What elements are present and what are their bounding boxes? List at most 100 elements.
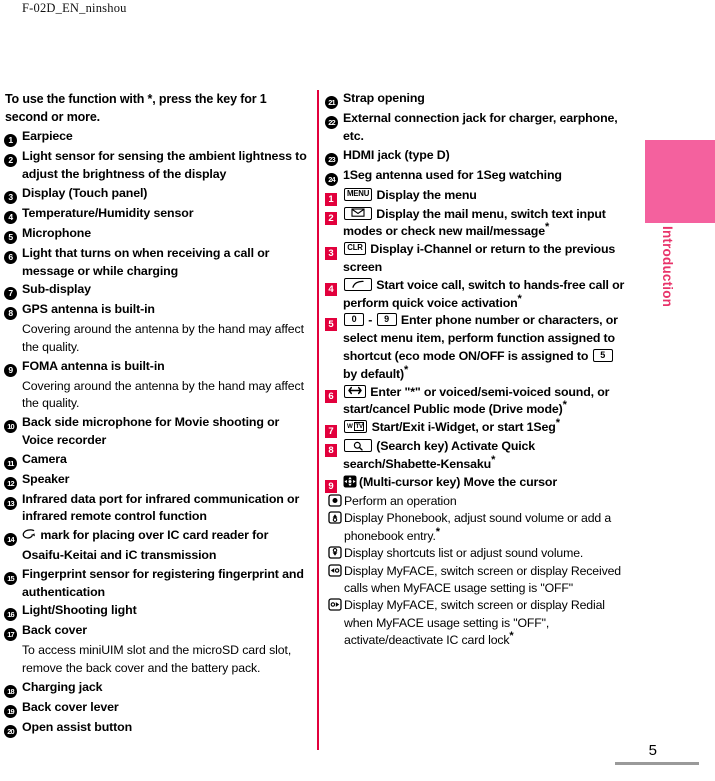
item-note: To access miniUIM slot and the microSD c… [22,643,292,676]
sub-key-item: Display MyFACE, switch screen or display… [328,563,625,598]
list-item: 18 Charging jack [4,679,310,698]
running-header: F-02D_EN_ninshou [22,1,127,15]
footnote-asterisk: * [544,221,550,234]
circled-number: 23 [325,147,340,166]
key-description: (Multi-cursor key) Move the cursor [343,474,625,492]
key-number-badge: 3 [325,241,340,261]
circled-number: 5 [4,225,19,244]
right-cursor-key-icon[interactable] [328,597,342,612]
digit-key-9-icon[interactable]: 9 [376,313,397,327]
key-list-item: 6 Enter "*" or voiced/semi-voiced sound,… [325,384,625,420]
item-title: External connection jack for charger, ea… [343,111,618,143]
digit-key-0-icon[interactable]: 0 [344,313,364,327]
list-item: 11 Camera [4,451,310,470]
circled-number: 24 [325,167,340,186]
circled-number: 16 [4,602,19,622]
lead-paragraph: To use the function with *, press the ke… [4,90,310,126]
key-description: 0 - 9 Enter phone number or characters, … [343,312,625,383]
key-number-badge: 7 [325,419,340,439]
circled-number: 13 [4,491,19,510]
list-item: 17 Back cover [4,622,310,642]
clr-key-icon[interactable]: CLR [344,242,366,256]
circled-number: 2 [4,148,19,168]
circled-number: 11 [4,451,19,470]
side-tab-label-text: Introduction [660,226,675,308]
side-tab-block [645,140,715,223]
key-text: Enter "*" or voiced/semi-voiced sound, o… [343,384,610,417]
item-title: Infrared data port for infrared communic… [22,491,300,524]
list-item: 2 Light sensor for sensing the ambient l… [4,148,310,184]
item-title: Earpiece [22,129,73,144]
sub-key-text-value: Display Phonebook, adjust sound volume o… [344,511,612,543]
circled-number: 1 [4,128,19,148]
item-title: Back cover lever [22,699,119,714]
item-title: HDMI jack (type D) [343,147,450,162]
digit-key-5-icon[interactable]: 5 [592,348,613,362]
circled-number: 10 [4,414,19,433]
item-title: Light/Shooting light [22,603,137,618]
item-title-text: mark for placing over IC card reader for… [22,528,269,562]
key-list-item: 2 Display the mail menu, switch text inp… [325,206,625,242]
sub-key-item: Display Phonebook, adjust sound volume o… [328,510,625,545]
down-cursor-key-icon[interactable] [328,545,342,559]
key-description: Display the mail menu, switch text input… [343,206,625,242]
key-list-item: 1 MENU Display the menu [325,187,625,206]
list-item: 4 Temperature/Humidity sensor [4,205,310,224]
key-text: Display the menu [376,187,477,202]
sub-key-text: Display MyFACE, switch screen or display… [344,563,621,596]
page-number: 5 [648,742,657,759]
left-cursor-key-icon[interactable] [328,563,342,577]
footer-rule [615,762,699,765]
item-title: 1Seg antenna used for 1Seg watching [343,167,562,182]
circled-number: 21 [325,90,340,109]
search-magnifier-icon[interactable] [344,439,372,453]
circled-number: 17 [4,622,19,642]
list-item: 22 External connection jack for charger,… [325,110,625,146]
item-title: Light that turns on when receiving a cal… [22,245,270,278]
left-column: To use the function with *, press the ke… [4,90,310,739]
key-list-item: 5 0 - 9 Enter phone number or characters… [325,312,625,383]
i-widget-tv-icon[interactable]: W TV [344,420,368,434]
mail-envelope-icon[interactable] [344,206,372,220]
menu-key-icon[interactable]: MENU [344,187,373,201]
lead-text-before: To use the function with [5,92,148,106]
list-item: 21 Strap opening [325,90,625,109]
multi-cursor-key-icon[interactable] [343,475,357,488]
key-number-badge: 4 [325,277,340,296]
key-description: W TV Start/Exit i-Widget, or start 1Seg* [343,418,625,437]
sub-key-item: Display MyFACE, switch screen or display… [328,597,625,649]
key-number-badge: 2 [325,206,340,225]
call-handset-icon[interactable] [344,277,372,291]
key-description: MENU Display the menu [343,187,625,205]
list-item: 12 Speaker [4,471,310,490]
key-number-badge: 8 [325,438,340,458]
key-number-badge: 1 [325,187,340,206]
item-title: Fingerprint sensor for registering finge… [22,566,304,599]
sub-key-text: Perform an operation [344,493,457,508]
list-item: 3 Display (Touch panel) [4,185,310,204]
key-text-part2: by default) [343,366,404,381]
key-list-item: 4 Start voice call, switch to hands-free… [325,277,625,313]
key-description: (Search key) Activate Quick search/Shabe… [343,438,625,474]
key-list-item: 3 CLR Display i-Channel or return to the… [325,241,625,277]
up-cursor-key-icon[interactable] [328,510,342,524]
item-title: Sub-display [22,282,91,297]
sub-key-text: Display shortcuts list or adjust sound v… [344,546,584,561]
list-item: 1 Earpiece [4,128,310,148]
circled-number: 6 [4,245,19,264]
footnote-asterisk: * [404,363,409,376]
item-title: Charging jack [22,679,103,694]
list-item: 13 Infrared data port for infrared commu… [4,491,310,527]
item-title: Temperature/Humidity sensor [22,205,194,220]
key-description: Enter "*" or voiced/semi-voiced sound, o… [343,384,625,420]
list-item: 7 Sub-display [4,281,310,301]
sub-key-item: Perform an operation [328,493,625,510]
list-item: 24 1Seg antenna used for 1Seg watching [325,167,625,186]
sub-key-text: Display Phonebook, adjust sound volume o… [344,510,625,545]
center-select-key-icon[interactable] [328,493,342,507]
list-item: 14 mark for placing over IC card reader … [4,527,310,565]
item-note: Covering around the antenna by the hand … [22,378,304,411]
list-item: 8 GPS antenna is built-in [4,301,310,321]
asterisk-key-icon[interactable] [344,384,366,398]
item-title: Light sensor for sensing the ambient lig… [22,149,307,182]
